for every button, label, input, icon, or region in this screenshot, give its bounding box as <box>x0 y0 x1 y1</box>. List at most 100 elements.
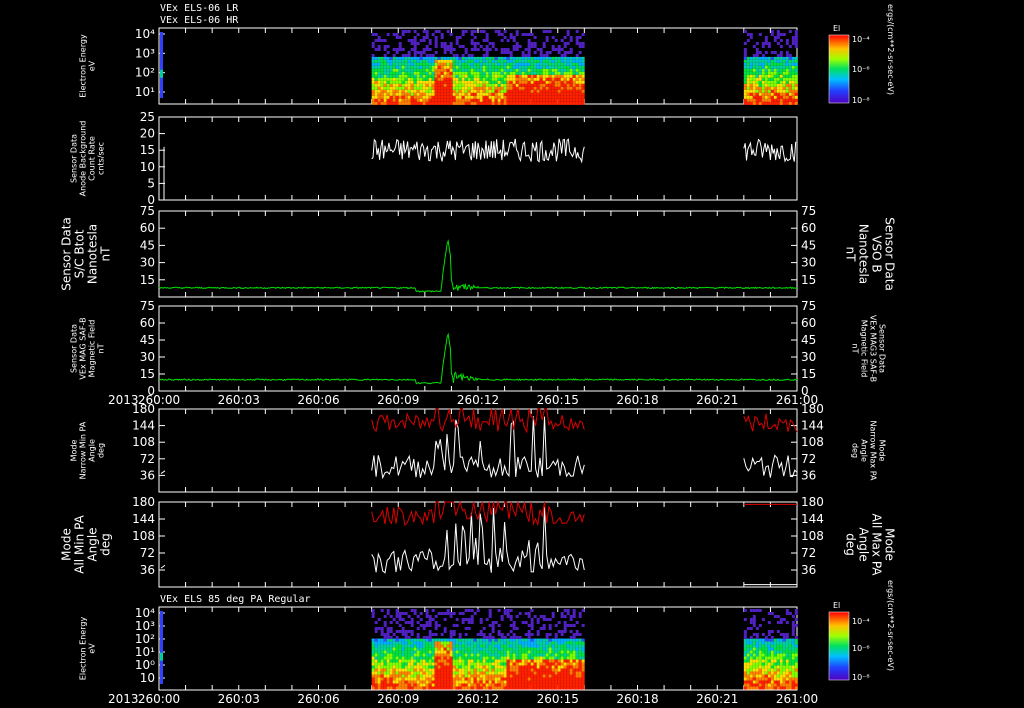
heat-cell <box>785 650 789 654</box>
heat-cell <box>455 59 459 63</box>
heat-cell <box>530 638 534 642</box>
heat-cell <box>530 59 534 63</box>
heat-cell <box>407 101 411 105</box>
heat-cell <box>506 92 510 96</box>
heat-cell <box>482 30 486 33</box>
heat-cell <box>434 30 438 33</box>
heat-cell <box>764 95 768 99</box>
heat-cell <box>749 662 753 666</box>
heat-cell <box>527 89 531 93</box>
heat-cell <box>581 95 585 99</box>
heat-cell <box>410 656 414 660</box>
heat-cell <box>380 56 384 60</box>
heat-cell <box>779 68 783 72</box>
heat-cell <box>452 77 456 81</box>
heat-cell <box>428 71 432 75</box>
y-axis-label: Magnetic Field <box>88 320 97 378</box>
heat-cell <box>563 56 567 60</box>
heat-cell <box>509 54 513 57</box>
heat-cell <box>539 686 543 690</box>
heat-cell <box>398 653 402 657</box>
heat-cell <box>470 62 474 66</box>
heat-cell <box>551 89 555 93</box>
heat-cell <box>464 659 468 663</box>
heat-cell <box>770 653 774 657</box>
heat-cell <box>410 668 414 672</box>
heat-cell <box>461 644 465 648</box>
heat-cell <box>551 650 555 654</box>
heat-cell <box>383 59 387 63</box>
heat-cell <box>515 615 519 618</box>
heat-cell <box>434 45 438 48</box>
heat-cell <box>455 101 459 105</box>
heat-cell <box>413 42 417 45</box>
heat-cell <box>383 615 387 618</box>
heat-cell <box>749 644 753 648</box>
heat-cell <box>785 59 789 63</box>
y-tick-label: 10⁰ <box>135 658 155 672</box>
heat-cell <box>581 59 585 63</box>
heat-cell <box>467 98 471 102</box>
heat-cell <box>524 638 528 642</box>
heat-cell <box>788 54 792 57</box>
heat-cell <box>551 680 555 684</box>
heat-cell <box>389 74 393 78</box>
heat-cell <box>458 71 462 75</box>
heat-cell <box>383 74 387 78</box>
heat-cell <box>470 668 474 672</box>
heat-cell <box>461 656 465 660</box>
heat-cell <box>779 39 783 42</box>
heat-cell <box>572 653 576 657</box>
heat-cell <box>440 45 444 48</box>
heat-cell <box>575 638 579 642</box>
heat-cell <box>491 665 495 669</box>
heat-cell <box>485 680 489 684</box>
heat-cell <box>443 683 447 687</box>
heat-cell <box>782 671 786 675</box>
heat-cell <box>509 677 513 681</box>
heat-cell <box>752 674 756 678</box>
heat-cell <box>470 680 474 684</box>
heat-cell <box>515 656 519 660</box>
heat-cell <box>752 54 756 57</box>
heat-cell <box>485 641 489 645</box>
heat-cell <box>491 653 495 657</box>
heat-cell <box>431 71 435 75</box>
heat-cell <box>746 644 750 648</box>
heat-cell <box>461 674 465 678</box>
heat-cell <box>371 92 375 96</box>
heat-cell <box>542 627 546 630</box>
heat-cell <box>509 89 513 93</box>
heat-cell <box>500 74 504 78</box>
heat-cell <box>776 59 780 63</box>
heat-cell <box>473 647 477 651</box>
heat-cell <box>515 671 519 675</box>
heat-cell <box>416 33 420 36</box>
heat-cell <box>389 641 393 645</box>
heat-cell <box>410 68 414 72</box>
heat-cell <box>521 65 525 69</box>
heat-cell <box>509 618 513 621</box>
heat-cell <box>413 68 417 72</box>
heat-cell <box>539 80 543 84</box>
heat-cell <box>542 54 546 57</box>
heat-cell <box>554 39 558 42</box>
heat-cell <box>782 618 786 621</box>
heat-cell <box>554 644 558 648</box>
heat-cell <box>476 677 480 681</box>
heat-cell <box>440 644 444 648</box>
heat-cell <box>785 101 789 105</box>
heat-cell <box>491 56 495 60</box>
heat-cell <box>743 636 747 639</box>
heat-cell <box>764 636 768 639</box>
heat-cell <box>746 98 750 102</box>
heat-cell <box>419 674 423 678</box>
heat-cell <box>398 98 402 102</box>
heat-cell <box>410 650 414 654</box>
heat-cell <box>476 686 480 690</box>
heat-cell <box>578 686 582 690</box>
heat-cell <box>554 671 558 675</box>
heat-cell <box>479 80 483 84</box>
heat-cell <box>428 39 432 42</box>
heat-cell <box>536 59 540 63</box>
